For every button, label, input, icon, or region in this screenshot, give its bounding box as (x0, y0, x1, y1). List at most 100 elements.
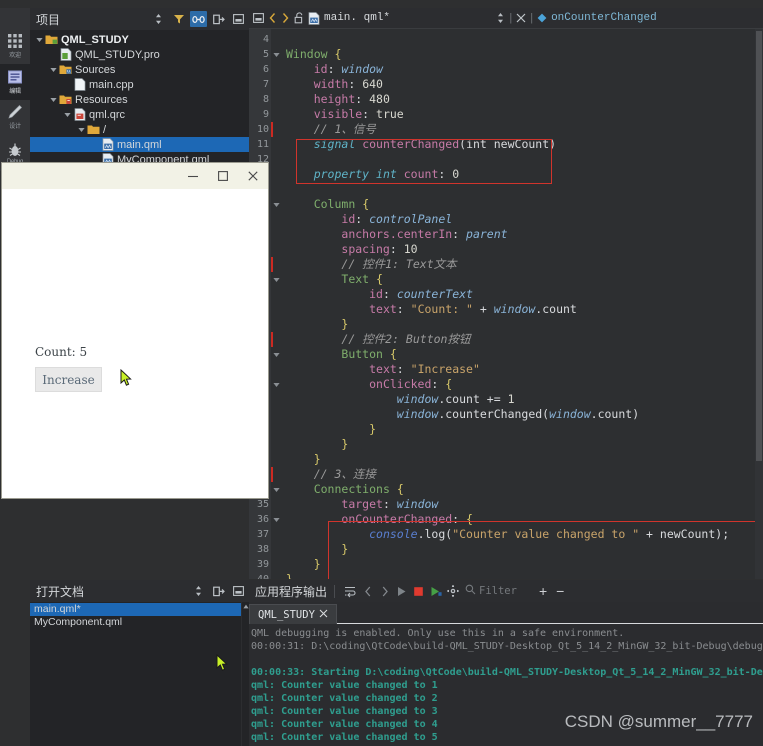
fold-toggle-icon[interactable] (271, 272, 282, 287)
zoom-out-button[interactable]: − (556, 584, 564, 598)
wrap-lines-icon[interactable] (342, 583, 359, 600)
stop-icon[interactable] (410, 583, 427, 600)
minimize-icon[interactable] (230, 11, 247, 27)
code-line[interactable]: } (282, 542, 763, 557)
chevron-down-icon[interactable] (62, 109, 73, 120)
application-output-text[interactable]: QML debugging is enabled. Only use this … (249, 624, 763, 746)
fold-toggle-icon[interactable] (271, 347, 282, 362)
editor-scrollbar[interactable] (755, 29, 763, 579)
code-line[interactable] (282, 32, 763, 47)
code-line[interactable]: text: "Count: " + window.count (282, 302, 763, 317)
fold-toggle-icon[interactable] (271, 47, 282, 62)
code-line[interactable]: onClicked: { (282, 377, 763, 392)
code-line[interactable]: // 1、信号 (282, 122, 763, 137)
code-line[interactable]: onCounterChanged: { (282, 512, 763, 527)
code-line[interactable]: target: window (282, 497, 763, 512)
gear-icon[interactable] (444, 583, 461, 600)
split-icon[interactable] (210, 11, 227, 27)
open-documents-scrollbar[interactable] (241, 602, 249, 746)
sort-icon[interactable] (150, 11, 167, 27)
updown-icon[interactable] (496, 12, 505, 24)
code-line[interactable]: Column { (282, 197, 763, 212)
chevron-left-icon[interactable] (359, 583, 376, 600)
code-line[interactable]: console.log("Counter value changed to " … (282, 527, 763, 542)
code-line[interactable]: } (282, 437, 763, 452)
fold-toggle-icon[interactable] (271, 482, 282, 497)
code-line[interactable]: id: counterText (282, 287, 763, 302)
editor-fold-column[interactable] (271, 29, 282, 579)
chevron-right-icon[interactable] (281, 12, 290, 24)
minimize-button[interactable] (178, 163, 208, 189)
sort-icon[interactable] (190, 583, 207, 599)
code-line[interactable]: text: "Increase" (282, 362, 763, 377)
tree-item-qml-study-pro[interactable]: QML_STUDY.pro (30, 47, 249, 62)
activity-item-design[interactable]: 设计 (0, 100, 30, 136)
code-line[interactable]: // 3、连接 (282, 467, 763, 482)
play-icon[interactable] (393, 583, 410, 600)
editor-symbol-name[interactable]: onCounterChanged (551, 12, 657, 24)
chevron-right-icon[interactable] (376, 583, 393, 600)
fold-toggle-icon[interactable] (271, 197, 282, 212)
code-line[interactable]: } (282, 557, 763, 572)
output-filter[interactable]: Filter (465, 582, 517, 600)
chevron-down-icon[interactable] (48, 94, 59, 105)
fold-toggle-icon[interactable] (271, 512, 282, 527)
tree-item-main-qml[interactable]: main.qml (30, 137, 249, 152)
open-documents-list[interactable]: main.qml* MyComponent.qml (30, 602, 249, 746)
tree-item-[interactable]: / (30, 122, 249, 137)
close-button[interactable] (238, 163, 268, 189)
minimize-icon[interactable] (253, 13, 264, 23)
editor-body[interactable]: 4567891011121314151617181920212223242526… (249, 29, 763, 579)
project-tree[interactable]: QML_STUDY QML_STUDY.pro Sources main.cpp Res… (30, 30, 249, 171)
code-line[interactable]: } (282, 572, 763, 579)
close-icon[interactable] (516, 13, 526, 23)
filter-icon[interactable] (170, 11, 187, 27)
code-line[interactable]: Button { (282, 347, 763, 362)
code-line[interactable]: // 控件1: Text文本 (282, 257, 763, 272)
rerun-icon[interactable] (427, 583, 444, 600)
code-line[interactable]: window.count += 1 (282, 392, 763, 407)
minimize-icon[interactable] (230, 583, 247, 599)
chevron-down-icon[interactable] (48, 64, 59, 75)
tree-item-main-cpp[interactable]: main.cpp (30, 77, 249, 92)
fold-toggle-icon[interactable] (271, 377, 282, 392)
link-icon[interactable] (190, 11, 207, 27)
tree-item-qml-qrc[interactable]: qml.qrc (30, 107, 249, 122)
code-line[interactable]: anchors.centerIn: parent (282, 227, 763, 242)
code-line[interactable]: Text { (282, 272, 763, 287)
code-line[interactable]: spacing: 10 (282, 242, 763, 257)
split-icon[interactable] (210, 583, 227, 599)
code-line[interactable]: } (282, 422, 763, 437)
editor-code-area[interactable]: Window { id: window width: 640 height: 4… (282, 29, 763, 579)
zoom-in-button[interactable]: + (539, 584, 547, 598)
increase-button[interactable]: Increase (35, 367, 102, 392)
code-line[interactable] (282, 182, 763, 197)
chevron-left-icon[interactable] (268, 12, 277, 24)
open-document-item[interactable]: main.qml* (30, 603, 249, 616)
code-line[interactable]: height: 480 (282, 92, 763, 107)
chevron-down-icon[interactable] (34, 34, 45, 45)
code-line[interactable]: id: controlPanel (282, 212, 763, 227)
scroll-up-icon[interactable] (242, 602, 249, 610)
code-line[interactable] (282, 152, 763, 167)
tree-item-sources[interactable]: Sources (30, 62, 249, 77)
code-line[interactable]: signal counterChanged(int newCount) (282, 137, 763, 152)
activity-item-welcome[interactable]: 欢迎 (0, 28, 30, 64)
code-line[interactable]: width: 640 (282, 77, 763, 92)
code-line[interactable]: property int count: 0 (282, 167, 763, 182)
code-line[interactable]: Window { (282, 47, 763, 62)
editor-filename[interactable]: main. qml* (324, 12, 390, 24)
close-x-icon[interactable] (319, 609, 328, 621)
chevron-down-icon[interactable] (76, 124, 87, 135)
qml-app-window[interactable]: Count: 5 Increase (2, 163, 268, 498)
output-tab-qml-study[interactable]: QML_STUDY (249, 604, 337, 624)
code-line[interactable]: // 控件2: Button按钮 (282, 332, 763, 347)
qml-app-titlebar[interactable] (2, 163, 268, 189)
unlock-icon[interactable] (294, 12, 304, 24)
activity-item-edit[interactable]: 编辑 (0, 63, 30, 100)
code-line[interactable]: } (282, 452, 763, 467)
code-line[interactable]: id: window (282, 62, 763, 77)
code-line[interactable]: } (282, 317, 763, 332)
open-document-item[interactable]: MyComponent.qml (30, 616, 249, 629)
tree-item-qml-study[interactable]: QML_STUDY (30, 32, 249, 47)
